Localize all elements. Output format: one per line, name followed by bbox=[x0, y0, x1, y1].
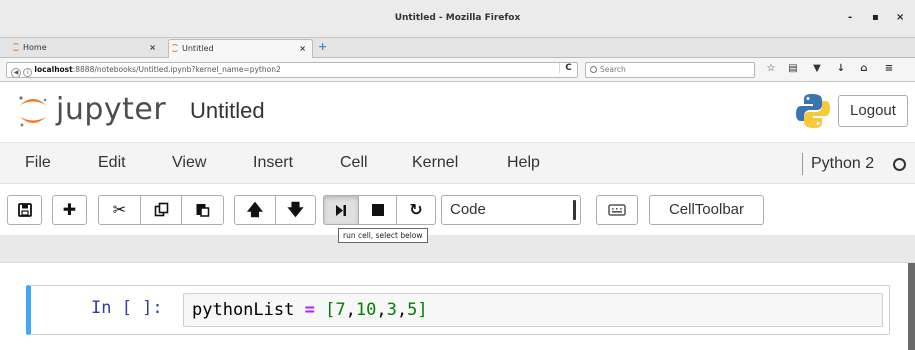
jupyter-logo-icon[interactable] bbox=[16, 94, 50, 128]
step-forward-icon bbox=[336, 205, 346, 216]
close-tab-icon[interactable]: × bbox=[149, 39, 156, 57]
tab-label: Untitled bbox=[182, 44, 214, 53]
back-icon[interactable]: ◀ bbox=[11, 68, 21, 77]
menu-file[interactable]: File bbox=[25, 154, 51, 172]
home-icon[interactable]: ⌂ bbox=[856, 62, 872, 76]
jupyter-favicon-icon bbox=[12, 43, 20, 51]
close-tab-icon[interactable]: × bbox=[299, 40, 306, 58]
notebook-name[interactable]: Untitled bbox=[190, 98, 265, 124]
window-title: Untitled - Mozilla Firefox bbox=[394, 13, 521, 23]
restart-button[interactable]: ↻ bbox=[396, 195, 436, 225]
arrow-up-icon: 🡅 bbox=[246, 200, 264, 219]
code-number: 5 bbox=[407, 300, 418, 320]
plus-icon: ✚ bbox=[62, 200, 77, 219]
tab-strip: Home × Untitled × bbox=[0, 38, 915, 58]
input-prompt: In [ ]: bbox=[91, 298, 163, 318]
code-close-bracket: ] bbox=[417, 300, 428, 320]
move-down-button[interactable]: 🡇 bbox=[275, 195, 316, 225]
cut-button[interactable]: ✂ bbox=[98, 195, 141, 225]
save-icon bbox=[17, 203, 32, 217]
tab-label: Home bbox=[23, 43, 47, 52]
maximize-button[interactable]: ▪ bbox=[872, 12, 879, 24]
copy-button[interactable] bbox=[140, 195, 182, 225]
code-identifier: pythonList bbox=[192, 300, 295, 320]
arrow-down-icon: 🡇 bbox=[287, 200, 304, 219]
code-number: 10 bbox=[355, 300, 377, 320]
search-field[interactable]: Search bbox=[585, 62, 755, 78]
jupyter-logo-text[interactable]: jupyter bbox=[56, 92, 166, 127]
menubar: File Edit View Insert Cell Kernel Help P… bbox=[0, 142, 915, 184]
tab-untitled[interactable]: Untitled × bbox=[168, 39, 313, 58]
menu-help[interactable]: Help bbox=[507, 154, 540, 172]
navigation-bar: ◀ i localhost:8888/notebooks/Untitled.ipy… bbox=[0, 58, 915, 82]
download-icon[interactable]: ↓ bbox=[833, 62, 849, 76]
code-operator: = bbox=[304, 300, 315, 320]
kernel-name: Python 2 bbox=[802, 153, 874, 175]
menu-icon[interactable]: ≡ bbox=[881, 62, 897, 76]
code-open-bracket: [ bbox=[325, 300, 336, 320]
stop-icon bbox=[371, 204, 384, 216]
paste-button[interactable] bbox=[181, 195, 224, 225]
window-titlebar: Untitled - Mozilla Firefox - ▪ × bbox=[0, 0, 915, 38]
menu-insert[interactable]: Insert bbox=[253, 154, 293, 172]
jupyter-header: jupyter Untitled Logout bbox=[0, 82, 915, 140]
code-comma: , bbox=[376, 300, 387, 320]
logout-button[interactable]: Logout bbox=[838, 95, 908, 127]
interrupt-button[interactable] bbox=[358, 195, 397, 225]
info-icon[interactable]: i bbox=[23, 68, 33, 77]
reading-list-icon[interactable]: ▤ bbox=[785, 62, 801, 76]
notebook-header-spacer bbox=[0, 235, 915, 263]
save-button[interactable] bbox=[7, 195, 42, 225]
url-bar[interactable]: ◀ i localhost:8888/notebooks/Untitled.ipy… bbox=[6, 62, 578, 78]
command-palette-button[interactable] bbox=[596, 195, 638, 225]
insert-cell-below-button[interactable]: ✚ bbox=[52, 195, 87, 225]
menu-kernel[interactable]: Kernel bbox=[412, 154, 458, 172]
restart-icon: ↻ bbox=[409, 200, 423, 219]
pocket-icon[interactable]: ▼ bbox=[809, 62, 825, 76]
code-comma: , bbox=[345, 300, 356, 320]
tab-home[interactable]: Home × bbox=[12, 39, 162, 58]
scissors-icon: ✂ bbox=[112, 200, 127, 219]
menu-edit[interactable]: Edit bbox=[98, 154, 126, 172]
jupyter-favicon-icon bbox=[171, 44, 179, 52]
menu-view[interactable]: View bbox=[172, 154, 206, 172]
scrollbar[interactable] bbox=[908, 263, 915, 350]
notebook-toolbar: ✚ ✂ 🡅 🡇 ↻ Code CellToolbar bbox=[0, 185, 915, 233]
celltoolbar-button[interactable]: CellToolbar bbox=[649, 195, 764, 225]
code-input[interactable]: pythonList = [7,10,3,5] bbox=[183, 293, 883, 327]
bookmark-star-icon[interactable]: ☆ bbox=[763, 62, 779, 76]
reload-icon[interactable]: C bbox=[559, 63, 577, 73]
code-comma: , bbox=[396, 300, 408, 320]
kernel-idle-indicator-icon bbox=[893, 158, 906, 171]
select-arrow-icon bbox=[573, 200, 576, 220]
python-logo-icon bbox=[796, 94, 830, 128]
search-placeholder: Search bbox=[600, 65, 626, 74]
cell-type-value: Code bbox=[450, 201, 486, 218]
run-cell-tooltip: run cell, select below bbox=[338, 228, 428, 243]
cell-type-select[interactable]: Code bbox=[441, 195, 581, 225]
code-number: 3 bbox=[386, 300, 397, 320]
close-window-button[interactable]: × bbox=[896, 12, 904, 24]
move-up-button[interactable]: 🡅 bbox=[234, 195, 276, 225]
run-cell-button[interactable] bbox=[323, 195, 359, 225]
menu-cell[interactable]: Cell bbox=[340, 154, 368, 172]
copy-icon bbox=[154, 202, 168, 217]
minimize-button[interactable]: - bbox=[848, 12, 852, 24]
code-cell[interactable]: In [ ]: pythonList = [7,10,3,5] bbox=[26, 285, 890, 335]
paste-icon bbox=[196, 204, 210, 217]
search-icon bbox=[590, 66, 597, 73]
keyboard-icon bbox=[608, 204, 626, 216]
code-number: 7 bbox=[335, 300, 346, 320]
url-path: :8888/notebooks/Untitled.ipynb?kernel_na… bbox=[72, 65, 281, 74]
url-host: localhost bbox=[34, 65, 73, 74]
new-tab-icon[interactable]: + bbox=[318, 41, 327, 53]
